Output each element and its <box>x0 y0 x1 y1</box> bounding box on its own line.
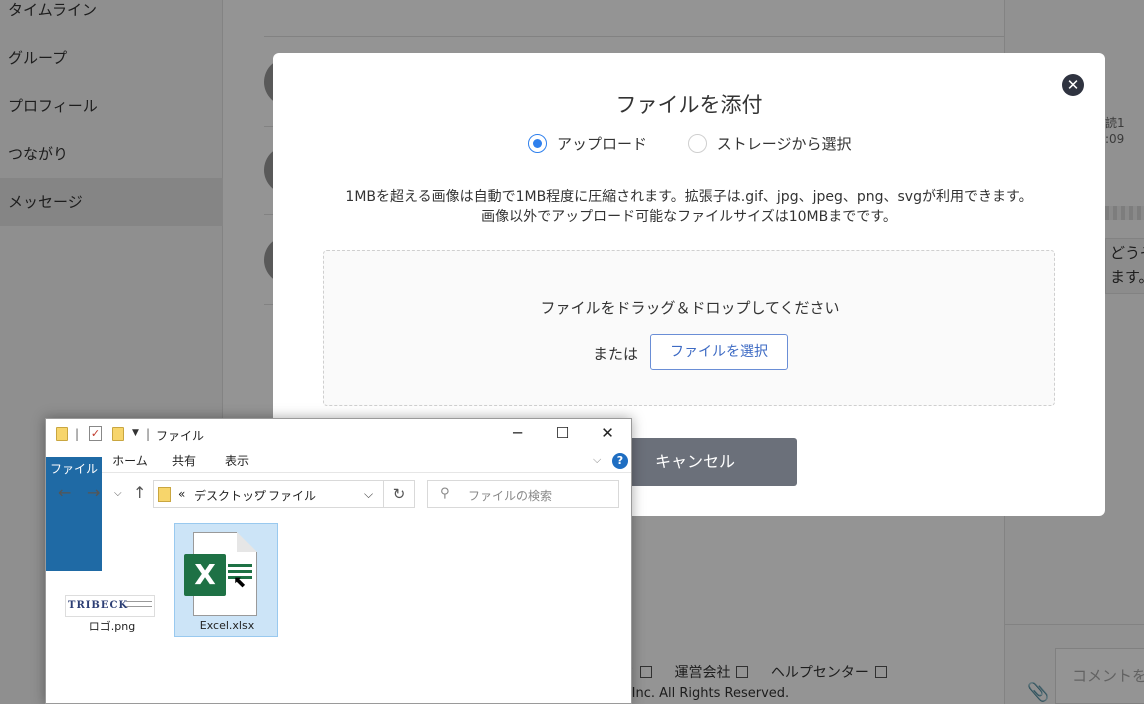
refresh-icon[interactable]: ↻ <box>384 480 415 508</box>
recent-locations-icon[interactable]: ⌵ <box>114 488 122 499</box>
upload-info: 1MBを超える画像は自動で1MB程度に圧縮されます。拡張子は.gif、jpg、j… <box>273 187 1105 227</box>
maximize-button[interactable]: ☐ <box>540 419 585 449</box>
tab-home[interactable]: ホーム <box>108 449 152 473</box>
separator: | <box>75 427 80 441</box>
mouse-cursor-icon: ⬉ <box>233 572 247 591</box>
info-line-1: 1MBを超える画像は自動で1MB程度に圧縮されます。拡張子は.gif、jpg、j… <box>345 189 1033 205</box>
dropzone-text: ファイルをドラッグ＆ドロップしてください <box>540 299 840 317</box>
page-fold <box>237 532 257 552</box>
file-name: Excel.xlsx <box>199 619 255 632</box>
radio-label: ストレージから選択 <box>716 135 852 153</box>
file-list: TRIBECK ロゴ.png X ⬉ Excel.xlsx <box>46 515 631 703</box>
ribbon-tabs: ファイル ホーム 共有 表示 ⌵ ? <box>46 449 631 571</box>
file-item-selected[interactable]: X ⬉ Excel.xlsx <box>174 523 278 637</box>
tab-view[interactable]: 表示 <box>217 449 257 473</box>
logo-tagline <box>126 601 152 607</box>
help-icon[interactable]: ? <box>612 453 628 469</box>
radio-button[interactable] <box>687 134 707 153</box>
breadcrumb-overflow[interactable]: « <box>178 487 185 501</box>
minimize-button[interactable]: ─ <box>495 419 540 449</box>
radio-button-checked[interactable] <box>528 134 547 153</box>
breadcrumb-separator[interactable]: › <box>254 487 259 501</box>
select-file-button[interactable]: ファイルを選択 <box>650 334 788 370</box>
source-radio-group: アップロード ストレージから選択 <box>528 133 888 153</box>
back-arrow-icon[interactable]: ← <box>58 483 71 502</box>
radio-option-storage[interactable]: ストレージから選択 <box>687 133 852 154</box>
file-name: ロゴ.png <box>88 620 136 633</box>
title-bar[interactable]: | ✓ ▼ | ファイル ─ ☐ ✕ <box>46 419 631 449</box>
separator: | <box>146 427 151 441</box>
breadcrumb-folder[interactable]: ファイル <box>268 487 316 504</box>
search-icon: ⚲ <box>440 486 450 501</box>
or-text: または <box>593 345 639 363</box>
new-folder-icon[interactable] <box>112 427 124 441</box>
file-item[interactable]: TRIBECK ロゴ.png <box>60 523 164 637</box>
logo-text: TRIBECK <box>68 600 129 611</box>
close-button[interactable]: ✕ <box>585 419 630 449</box>
search-placeholder: ファイルの検索 <box>468 489 553 503</box>
window-title: ファイル <box>156 429 205 443</box>
modal-title: ファイルを添付 <box>615 93 763 117</box>
info-line-2: 画像以外でアップロード可能なファイルサイズは10MBまでです。 <box>481 209 897 225</box>
radio-label: アップロード <box>557 135 648 153</box>
radio-option-upload[interactable]: アップロード <box>528 133 647 154</box>
folder-icon <box>56 427 68 441</box>
forward-arrow-icon[interactable]: → <box>87 483 100 502</box>
search-input[interactable]: ⚲ ファイルの検索 <box>427 480 619 508</box>
file-dropzone[interactable]: ファイルをドラッグ＆ドロップしてください または ファイルを選択 <box>323 250 1055 406</box>
customize-toolbar-icon[interactable]: ▼ <box>132 428 139 438</box>
chevron-down-icon[interactable]: ⌵ <box>364 487 373 502</box>
image-thumbnail: TRIBECK <box>65 595 155 617</box>
properties-icon[interactable]: ✓ <box>89 426 102 441</box>
navigation-bar: ← → ⌵ ↑ « デスクトップ › ファイル ⌵ ↻ ⚲ ファイルの検索 <box>46 477 631 511</box>
file-explorer-window: | ✓ ▼ | ファイル ─ ☐ ✕ ファイル ホーム 共有 表示 ⌵ ? ← … <box>45 418 632 704</box>
address-bar[interactable]: « デスクトップ › ファイル ⌵ <box>153 480 384 508</box>
folder-icon <box>158 487 171 502</box>
chevron-down-icon[interactable]: ⌵ <box>593 453 601 467</box>
excel-logo-icon: X <box>184 554 226 596</box>
up-arrow-icon[interactable]: ↑ <box>133 483 146 502</box>
tab-share[interactable]: 共有 <box>164 449 204 473</box>
